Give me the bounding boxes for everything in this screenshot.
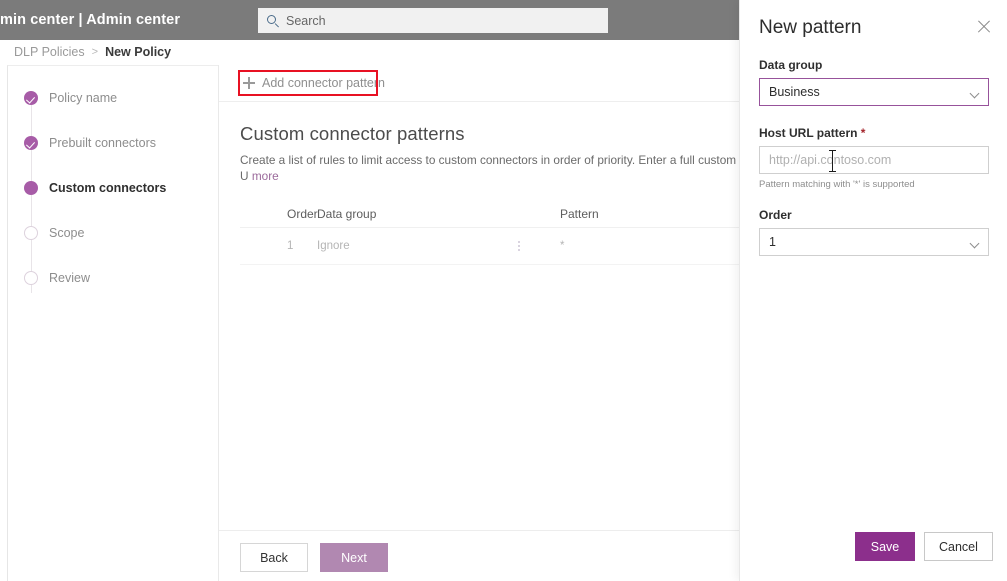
stepper-item-scope[interactable]: Scope [24, 226, 84, 240]
panel-actions: Save Cancel [855, 532, 993, 561]
chevron-down-icon [969, 238, 980, 249]
command-bar: Add connector pattern [219, 65, 739, 102]
cell-data-group: Ignore [317, 240, 350, 252]
suite-title: min center | Admin center [0, 12, 181, 28]
stepper-item-review[interactable]: Review [24, 271, 90, 285]
wizard-stepper: Policy name Prebuilt connectors Custom c… [8, 65, 218, 581]
footer-divider [219, 530, 739, 531]
host-url-field: Host URL pattern * http://api.contoso.co… [759, 126, 989, 190]
table-row[interactable]: 1 Ignore * [240, 228, 740, 265]
plus-icon [243, 77, 255, 89]
step-status-done-icon [24, 91, 38, 105]
save-button[interactable]: Save [855, 532, 915, 561]
app-root: min center | Admin center Search DLP Pol… [0, 0, 1007, 581]
data-group-label: Data group [759, 58, 823, 72]
data-group-field: Data group Business [759, 58, 989, 106]
back-button[interactable]: Back [240, 543, 308, 572]
main-content: Add connector pattern Custom connector p… [219, 65, 791, 581]
breadcrumb-current: New Policy [105, 45, 172, 59]
stepper-item-label: Prebuilt connectors [49, 136, 157, 150]
column-header-data-group: Data group [317, 206, 377, 221]
breadcrumb-bar: DLP Policies > New Policy [0, 40, 739, 65]
section-description: Create a list of rules to limit access t… [240, 152, 800, 184]
order-field: Order 1 [759, 208, 989, 256]
order-label: Order [759, 208, 792, 222]
wizard-footer: Back Next [240, 543, 388, 572]
step-status-done-icon [24, 136, 38, 150]
data-group-value: Business [769, 85, 820, 99]
step-status-todo-icon [24, 226, 38, 240]
learn-more-link[interactable]: more [252, 169, 279, 183]
text-cursor-icon [828, 150, 838, 173]
host-url-hint: Pattern matching with '*' is supported [759, 179, 915, 190]
host-url-input[interactable]: http://api.contoso.com [759, 146, 989, 174]
cancel-button[interactable]: Cancel [924, 532, 993, 561]
page-title: Custom connector patterns [240, 123, 465, 144]
cell-order: 1 [287, 240, 294, 252]
next-button[interactable]: Next [320, 543, 388, 572]
stepper-rail [30, 105, 32, 293]
section-description-text: Create a list of rules to limit access t… [240, 153, 792, 183]
breadcrumb: DLP Policies > New Policy [14, 45, 171, 59]
cell-pattern: * [560, 240, 565, 252]
data-group-select[interactable]: Business [759, 78, 989, 106]
stepper-item-label: Policy name [49, 91, 118, 105]
add-connector-pattern-button[interactable]: Add connector pattern [240, 72, 388, 94]
stepper-item-label: Review [49, 271, 90, 285]
host-url-label: Host URL pattern * [759, 126, 989, 140]
order-select[interactable]: 1 [759, 228, 989, 256]
stepper-item-label: Custom connectors [49, 181, 167, 195]
stepper-item-policy-name[interactable]: Policy name [24, 91, 117, 105]
chevron-down-icon [969, 88, 980, 99]
search-placeholder: Search [286, 13, 326, 28]
order-value: 1 [769, 235, 776, 249]
step-status-todo-icon [24, 271, 38, 285]
stepper-item-custom-connectors[interactable]: Custom connectors [24, 181, 166, 195]
stepper-item-label: Scope [49, 226, 85, 240]
host-url-placeholder: http://api.contoso.com [769, 153, 892, 167]
kebab-menu-icon [517, 241, 520, 251]
panel-title: New pattern [759, 17, 862, 38]
table-header-row: Order Data group Pattern [240, 200, 740, 228]
stepper-item-prebuilt-connectors[interactable]: Prebuilt connectors [24, 136, 156, 150]
host-url-label-text: Host URL pattern [759, 126, 858, 140]
connector-patterns-table: Order Data group Pattern 1 Ignore * [240, 200, 740, 265]
search-icon [267, 14, 279, 27]
close-icon[interactable] [974, 17, 994, 37]
required-marker: * [860, 126, 866, 140]
search-box[interactable]: Search [258, 8, 608, 33]
step-status-current-icon [24, 181, 38, 195]
column-header-order: Order [287, 206, 318, 221]
add-connector-pattern-label: Add connector pattern [262, 76, 385, 90]
breadcrumb-separator-icon: > [91, 46, 99, 58]
breadcrumb-parent[interactable]: DLP Policies [14, 45, 85, 59]
row-actions-button[interactable] [487, 241, 550, 251]
column-header-pattern: Pattern [560, 206, 599, 221]
new-pattern-panel: New pattern Data group Business Host URL… [739, 0, 1007, 581]
